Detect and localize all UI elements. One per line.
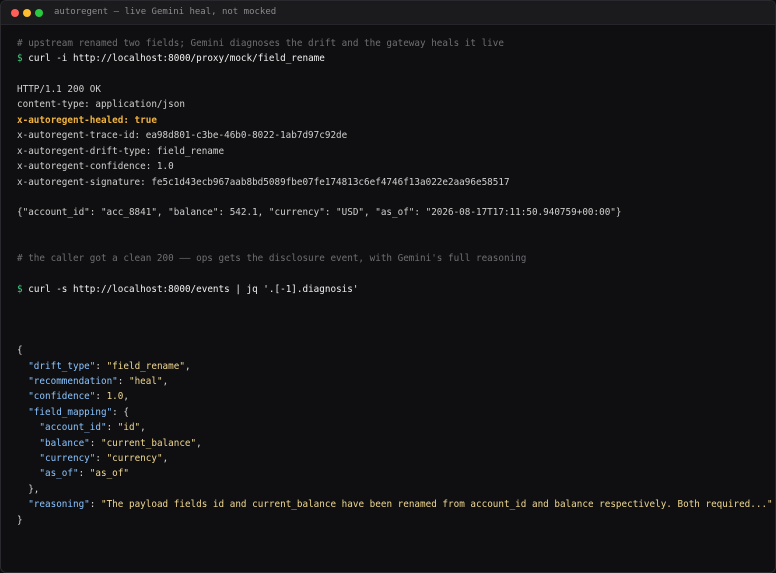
header-content-type: content-type: application/json xyxy=(17,99,185,110)
header-drift-type: x-autoregent-drift-type: field_rename xyxy=(17,146,225,157)
json-value: "current_balance" xyxy=(100,438,197,449)
http-status-line: HTTP/1.1 200 OK xyxy=(17,84,101,95)
header-healed: x-autoregent-healed: true xyxy=(17,115,157,126)
json-value: "id" xyxy=(117,422,141,433)
header-signature: x-autoregent-signature: fe5c1d43ecb967aa… xyxy=(17,177,510,188)
json-key: "field_mapping" xyxy=(28,407,113,418)
json-line-field-mapping: "field_mapping": { xyxy=(28,407,129,418)
json-line-confidence: "confidence": 1.0, xyxy=(28,391,129,402)
prompt-symbol: $ xyxy=(17,53,23,64)
comment-line: # the caller got a clean 200 —— ops gets… xyxy=(17,253,527,264)
json-value: "The payload fields id and current_balan… xyxy=(100,499,773,510)
json-key: "balance" xyxy=(39,438,90,449)
json-mapping-row: "account_id": "id", xyxy=(39,422,146,433)
header-confidence: x-autoregent-confidence: 1.0 xyxy=(17,161,174,172)
terminal-window: autoregent — live Gemini heal, not mocke… xyxy=(0,0,776,573)
json-close-brace: } xyxy=(17,515,23,526)
json-key: "as_of" xyxy=(39,468,79,479)
json-mapping-row: "currency": "currency", xyxy=(39,453,169,464)
json-value: "currency" xyxy=(106,453,163,464)
json-mapping-row: "balance": "current_balance", xyxy=(39,438,202,449)
command-text: curl -s http://localhost:8000/events | j… xyxy=(28,284,359,295)
json-key: "recommendation" xyxy=(28,376,118,387)
json-value: 1.0 xyxy=(106,391,124,402)
json-key: "reasoning" xyxy=(28,499,90,510)
comment-line: # upstream renamed two fields; Gemini di… xyxy=(17,38,504,49)
json-value: "field_rename" xyxy=(106,361,185,372)
json-key: "confidence" xyxy=(28,391,96,402)
json-line-reasoning: "reasoning": "The payload fields id and … xyxy=(28,499,773,510)
command-text: curl -i http://localhost:8000/proxy/mock… xyxy=(28,53,325,64)
json-key: "currency" xyxy=(39,453,96,464)
json-key: "drift_type" xyxy=(28,361,96,372)
json-value: "heal" xyxy=(128,376,163,387)
json-line-recommendation: "recommendation": "heal", xyxy=(28,376,169,387)
header-trace-id: x-autoregent-trace-id: ea98d801-c3be-46b… xyxy=(17,130,348,141)
command-line: $ curl -s http://localhost:8000/events |… xyxy=(17,284,358,296)
json-key: "account_id" xyxy=(39,422,107,433)
json-line-drift-type: "drift_type": "field_rename", xyxy=(28,361,191,372)
json-mapping-close: }, xyxy=(28,484,40,495)
json-value: "as_of" xyxy=(89,468,129,479)
response-body: {"account_id": "acc_8841", "balance": 54… xyxy=(17,207,622,218)
json-mapping-row: "as_of": "as_of" xyxy=(39,468,129,479)
terminal-output[interactable]: # upstream renamed two fields; Gemini di… xyxy=(17,1,773,572)
json-open-brace: { xyxy=(17,345,23,356)
prompt-symbol: $ xyxy=(17,284,23,295)
command-line: $ curl -i http://localhost:8000/proxy/mo… xyxy=(17,53,325,65)
